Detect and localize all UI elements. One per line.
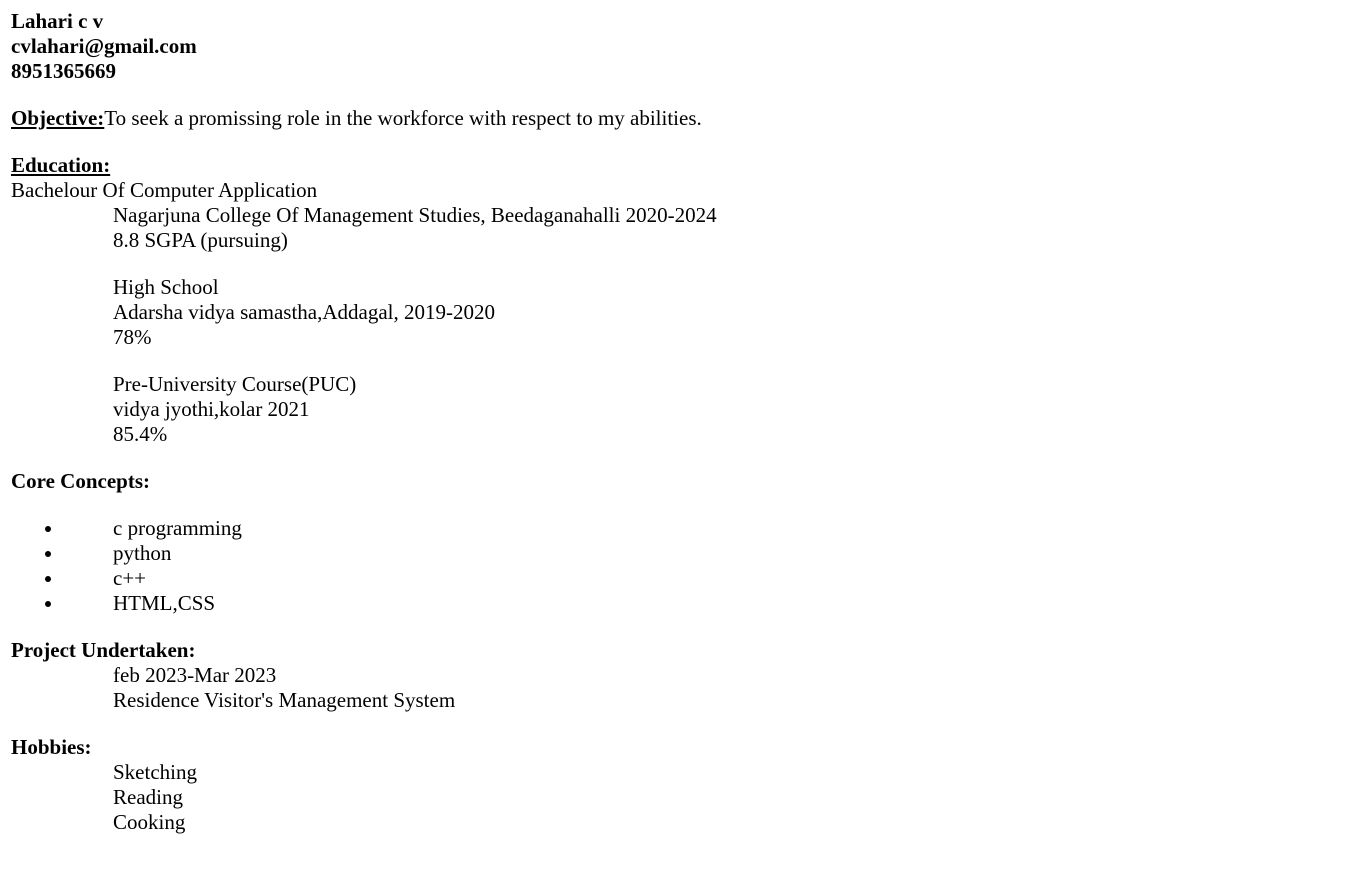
- list-item: c programming: [11, 516, 1341, 541]
- candidate-phone: 8951365669: [11, 59, 116, 83]
- list-item: python: [11, 541, 1341, 566]
- skill-label: HTML,CSS: [113, 591, 216, 615]
- objective-heading: Objective:: [11, 106, 105, 130]
- education-heading: Education:: [11, 153, 111, 177]
- core-concepts-heading: Core Concepts:: [11, 469, 151, 493]
- puc-name: vidya jyothi,kolar 2021: [113, 397, 310, 421]
- bullet-icon: [45, 526, 51, 532]
- skill-label: c++: [113, 566, 147, 590]
- objective-section: Objective:To seek a promissing role in t…: [11, 106, 1341, 131]
- candidate-email: cvlahari@gmail.com: [11, 34, 197, 58]
- skill-label: python: [113, 541, 172, 565]
- degree-score: 8.8 SGPA (pursuing): [113, 228, 288, 252]
- project-heading: Project Undertaken:: [11, 638, 196, 662]
- degree-title: Bachelour Of Computer Application: [11, 178, 318, 202]
- hobby-item: Cooking: [113, 810, 186, 834]
- school-title: High School: [113, 275, 219, 299]
- list-item: c++: [11, 566, 1341, 591]
- objective-text: To seek a promissing role in the workfor…: [104, 106, 702, 130]
- list-item: HTML,CSS: [11, 591, 1341, 616]
- skill-label: c programming: [113, 516, 242, 540]
- bullet-icon: [45, 551, 51, 557]
- resume-document: Lahari c v cvlahari@gmail.com 8951365669…: [11, 9, 1341, 835]
- bullet-icon: [45, 601, 51, 607]
- school-score: 78%: [113, 325, 152, 349]
- hobby-item: Sketching: [113, 760, 197, 784]
- bullet-icon: [45, 576, 51, 582]
- school-name: Adarsha vidya samastha,Addagal, 2019-202…: [113, 300, 495, 324]
- core-concepts-list: c programming python c++ HTML,CSS: [11, 516, 1341, 616]
- project-title: Residence Visitor's Management System: [113, 688, 456, 712]
- candidate-name: Lahari c v: [11, 9, 104, 33]
- hobby-item: Reading: [113, 785, 183, 809]
- hobbies-heading: Hobbies:: [11, 735, 92, 759]
- puc-score: 85.4%: [113, 422, 168, 446]
- project-period: feb 2023-Mar 2023: [113, 663, 277, 687]
- puc-title: Pre-University Course(PUC): [113, 372, 357, 396]
- degree-college: Nagarjuna College Of Management Studies,…: [113, 203, 717, 227]
